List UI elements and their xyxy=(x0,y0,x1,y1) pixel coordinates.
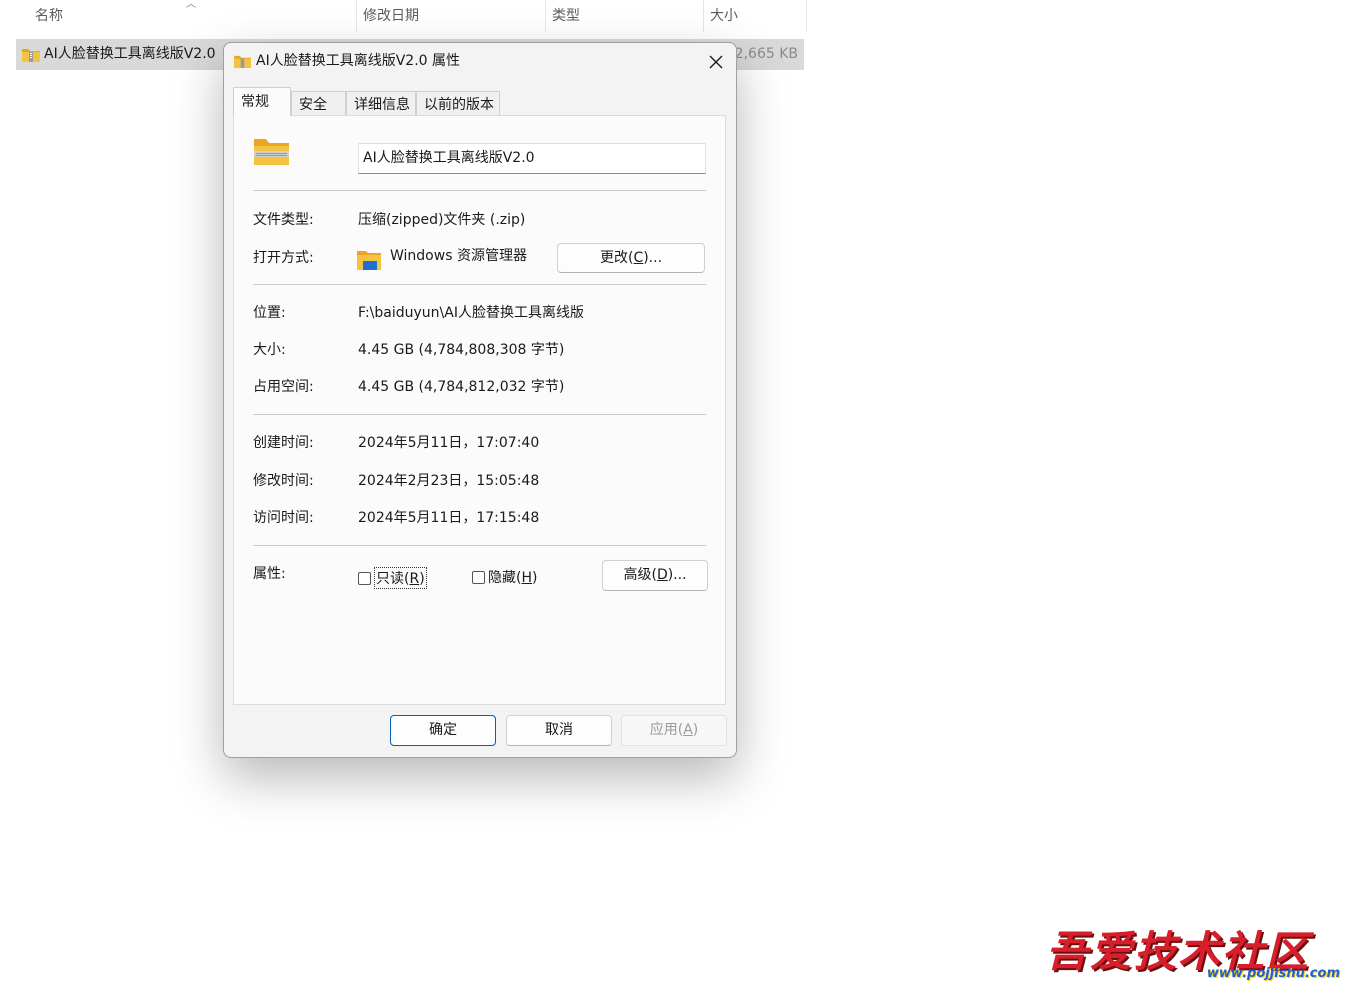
change-button[interactable]: 更改(C)... xyxy=(557,243,705,273)
divider xyxy=(253,190,706,191)
watermark-url: www.pojjishu.com xyxy=(1206,966,1340,981)
file-name: AI人脸替换工具离线版V2.0 xyxy=(44,46,216,62)
column-header-type[interactable]: 类型 xyxy=(552,0,580,32)
location-label: 位置: xyxy=(253,305,286,321)
open-with-label: 打开方式: xyxy=(253,250,314,266)
close-button[interactable] xyxy=(702,49,730,75)
dialog-title: AI人脸替换工具离线版V2.0 属性 xyxy=(256,53,460,69)
advanced-button[interactable]: 高级(D)... xyxy=(602,560,708,591)
divider xyxy=(253,545,706,546)
modified-label: 修改时间: xyxy=(253,473,314,489)
location-value: F:\baiduyun\AI人脸替换工具离线版 xyxy=(358,305,584,321)
hidden-checkbox-box[interactable] xyxy=(472,570,485,584)
sort-ascending-icon: ︿ xyxy=(186,0,196,10)
cancel-button[interactable]: 取消 xyxy=(506,715,612,746)
size-on-disk-value: 4.45 GB (4,784,812,032 字节) xyxy=(358,379,565,395)
hidden-checkbox[interactable]: 隐藏(H) xyxy=(472,567,537,587)
file-type-label: 文件类型: xyxy=(253,212,314,228)
size-on-disk-label: 占用空间: xyxy=(253,379,314,395)
tab-previous-versions[interactable]: 以前的版本 xyxy=(416,91,500,115)
tab-panel-general: AI人脸替换工具离线版V2.0 文件类型: 压缩(zipped)文件夹 (.zi… xyxy=(233,115,726,705)
size-label: 大小: xyxy=(253,342,286,358)
modified-value: 2024年2月23日，15:05:48 xyxy=(358,473,540,489)
zip-folder-large-icon xyxy=(254,137,289,169)
column-header-modified[interactable]: 修改日期 xyxy=(363,0,419,32)
readonly-checkbox[interactable]: 只读(R) xyxy=(358,567,427,589)
column-divider[interactable] xyxy=(806,0,807,32)
open-with-value: Windows 资源管理器 xyxy=(390,248,527,264)
readonly-checkbox-label: 只读(R) xyxy=(374,567,427,589)
apply-button[interactable]: 应用(A) xyxy=(621,715,727,746)
column-divider[interactable] xyxy=(703,0,704,32)
ok-button[interactable]: 确定 xyxy=(390,715,496,746)
divider xyxy=(253,414,706,415)
hidden-checkbox-label: 隐藏(H) xyxy=(488,570,538,586)
attributes-label: 属性: xyxy=(253,566,286,582)
created-label: 创建时间: xyxy=(253,435,314,451)
tab-general[interactable]: 常规 xyxy=(233,87,291,116)
file-explorer-icon xyxy=(357,249,381,274)
accessed-label: 访问时间: xyxy=(253,510,314,526)
size-value: 4.45 GB (4,784,808,308 字节) xyxy=(358,342,565,358)
zip-folder-icon xyxy=(234,54,251,72)
zip-folder-icon xyxy=(22,47,40,66)
divider xyxy=(253,284,706,285)
file-name-input[interactable]: AI人脸替换工具离线版V2.0 xyxy=(358,143,706,174)
tab-details[interactable]: 详细信息 xyxy=(346,91,416,115)
file-type-value: 压缩(zipped)文件夹 (.zip) xyxy=(358,212,526,228)
column-header-size[interactable]: 大小 xyxy=(710,0,738,32)
properties-dialog: AI人脸替换工具离线版V2.0 属性 常规 安全 详细信息 以前的版本 AI人脸… xyxy=(223,42,737,758)
column-header-name[interactable]: 名称 xyxy=(35,0,63,32)
watermark-logo: 吾爱技术社区 www.pojjishu.com xyxy=(1040,918,1340,990)
readonly-checkbox-box[interactable] xyxy=(358,571,371,585)
column-divider[interactable] xyxy=(356,0,357,32)
column-divider[interactable] xyxy=(545,0,546,32)
accessed-value: 2024年5月11日，17:15:48 xyxy=(358,510,540,526)
close-icon xyxy=(709,55,723,69)
tab-security[interactable]: 安全 xyxy=(291,91,346,115)
created-value: 2024年5月11日，17:07:40 xyxy=(358,435,540,451)
